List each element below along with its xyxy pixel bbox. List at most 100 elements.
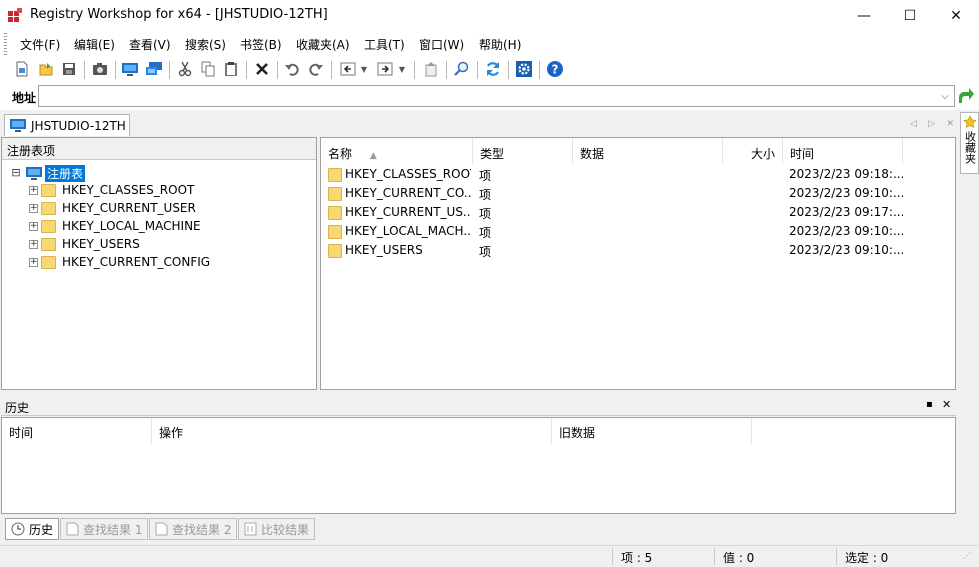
expand-icon[interactable]: + xyxy=(29,185,38,195)
tree-item-hkcc[interactable]: + HKEY_CURRENT_CONFIG xyxy=(29,253,210,271)
refresh-icon[interactable] xyxy=(483,59,503,79)
import-icon[interactable] xyxy=(36,59,56,79)
back-icon[interactable] xyxy=(338,59,358,79)
undo-icon[interactable] xyxy=(282,59,302,79)
menu-bar: 文件(F) 编辑(E) 查看(V) 搜索(S) 书签(B) 收藏夹(A) 工具(… xyxy=(0,31,979,55)
expand-icon[interactable]: + xyxy=(29,221,38,231)
tree-header: 注册表项 xyxy=(2,138,316,160)
toolbar-separator xyxy=(414,61,415,79)
up-level-icon[interactable] xyxy=(421,59,441,79)
resize-grip-icon[interactable]: ⋰ xyxy=(963,551,971,560)
tab-compare-results[interactable]: 比较结果 xyxy=(238,518,316,540)
history-column-action[interactable]: 操作 xyxy=(152,418,552,444)
tree-item-hkcr[interactable]: + HKEY_CLASSES_ROOT xyxy=(29,181,194,199)
history-column-old-data[interactable]: 旧数据 xyxy=(552,418,752,444)
row-name: HKEY_CURRENT_CO... xyxy=(345,186,471,200)
tab-find-results-1[interactable]: 查找结果 1 xyxy=(60,518,149,540)
cut-icon[interactable] xyxy=(175,59,195,79)
back-dropdown-icon[interactable]: ▼ xyxy=(358,59,370,79)
folder-icon xyxy=(41,255,56,269)
tab-close-icon[interactable]: ✕ xyxy=(946,119,954,129)
folder-icon xyxy=(328,225,342,239)
find-icon[interactable] xyxy=(452,59,472,79)
maximize-icon: ☐ xyxy=(903,7,917,24)
help-icon[interactable]: ? xyxy=(545,59,565,79)
address-dropdown-icon[interactable]: ⌵ xyxy=(936,87,954,105)
menu-edit[interactable]: 编辑(E) xyxy=(74,36,115,53)
menu-favorites[interactable]: 收藏夹(A) xyxy=(296,36,350,53)
menu-file[interactable]: 文件(F) xyxy=(20,36,60,53)
folder-icon xyxy=(41,201,56,215)
copy-icon[interactable] xyxy=(198,59,218,79)
pin-icon[interactable]: ▪ xyxy=(926,399,938,411)
tree-item-label: HKEY_CURRENT_CONFIG xyxy=(62,255,211,269)
toolbar-separator xyxy=(169,61,170,79)
expand-icon[interactable]: + xyxy=(29,257,38,267)
go-arrow-icon[interactable] xyxy=(957,87,975,105)
status-value-count: 值 : 0 xyxy=(723,551,755,565)
column-header-size[interactable]: 大小 xyxy=(723,138,783,164)
registry-workshop-app-icon[interactable] xyxy=(8,8,22,23)
menu-window[interactable]: 窗口(W) xyxy=(419,36,464,53)
forward-dropdown-icon[interactable]: ▼ xyxy=(396,59,408,79)
tree-item-hkcu[interactable]: + HKEY_CURRENT_USER xyxy=(29,199,196,217)
column-header-name[interactable]: 名称 ▲ xyxy=(321,138,473,164)
snapshot-icon[interactable] xyxy=(90,59,110,79)
menu-tools[interactable]: 工具(T) xyxy=(364,36,405,53)
redo-icon[interactable] xyxy=(306,59,326,79)
forward-icon[interactable] xyxy=(375,59,395,79)
status-divider xyxy=(836,548,837,565)
expand-icon[interactable]: + xyxy=(29,203,38,213)
tree-item-hklm[interactable]: + HKEY_LOCAL_MACHINE xyxy=(29,217,201,235)
collapse-icon[interactable]: ⊟ xyxy=(10,167,22,178)
column-header-time[interactable]: 时间 xyxy=(783,138,903,164)
toolbar: ▼ ▼ ? xyxy=(0,55,979,84)
remote-computer-icon[interactable] xyxy=(144,59,164,79)
menu-help[interactable]: 帮助(H) xyxy=(479,36,521,53)
status-selected-count: 选定 : 0 xyxy=(845,551,889,565)
tree-root-label: 注册表 xyxy=(45,164,86,182)
tab-next-icon[interactable]: ▷ xyxy=(928,119,935,129)
delete-icon[interactable] xyxy=(252,59,272,79)
tab-prev-icon[interactable]: ◁ xyxy=(910,119,917,129)
tab-history[interactable]: 历史 xyxy=(5,518,60,540)
menu-bookmarks[interactable]: 书签(B) xyxy=(240,36,282,53)
tab-jhstudio[interactable]: JHSTUDIO-12TH xyxy=(4,114,130,136)
star-icon xyxy=(962,115,977,128)
toolbar-separator xyxy=(115,61,116,79)
toolbar-separator xyxy=(277,61,278,79)
toolbar-separator xyxy=(246,61,247,79)
new-key-icon[interactable] xyxy=(12,59,32,79)
tree-item-label: HKEY_USERS xyxy=(62,237,140,251)
maximize-button[interactable]: ☐ xyxy=(887,0,933,31)
column-header-type[interactable]: 类型 xyxy=(473,138,573,164)
list-row[interactable]: HKEY_CURRENT_US... 项 2023/2/23 09:17:... xyxy=(321,203,955,222)
tab-find-results-2[interactable]: 查找结果 2 xyxy=(149,518,238,540)
paste-icon[interactable] xyxy=(221,59,241,79)
expand-icon[interactable]: + xyxy=(29,239,38,249)
history-column-time[interactable]: 时间 xyxy=(2,418,152,444)
column-header-data[interactable]: 数据 xyxy=(573,138,723,164)
tab-history-label: 历史 xyxy=(29,522,54,537)
favorites-label: 收藏夹 xyxy=(963,131,977,164)
list-row[interactable]: HKEY_CURRENT_CO... 项 2023/2/23 09:10:... xyxy=(321,184,955,203)
favorites-tab[interactable]: 收藏夹 xyxy=(960,112,979,174)
minimize-button[interactable]: — xyxy=(841,0,887,31)
local-computer-icon[interactable] xyxy=(120,59,140,79)
history-close-icon[interactable]: ✕ xyxy=(942,398,954,411)
menu-view[interactable]: 查看(V) xyxy=(129,36,171,53)
tree-item-hku[interactable]: + HKEY_USERS xyxy=(29,235,140,253)
status-divider xyxy=(714,548,715,565)
list-row[interactable]: HKEY_LOCAL_MACH... 项 2023/2/23 09:10:... xyxy=(321,222,955,241)
status-item-count: 项 : 5 xyxy=(621,551,653,565)
options-icon[interactable] xyxy=(514,59,534,79)
tree-root-item[interactable]: ⊟ 注册表 xyxy=(10,164,86,182)
column-data-label: 数据 xyxy=(580,147,605,161)
close-button[interactable]: ✕ xyxy=(933,0,979,31)
address-input[interactable] xyxy=(38,85,955,107)
save-icon[interactable] xyxy=(59,59,79,79)
list-row[interactable]: HKEY_USERS 项 2023/2/23 09:10:... xyxy=(321,241,955,260)
folder-icon xyxy=(41,183,56,197)
menu-search[interactable]: 搜索(S) xyxy=(185,36,226,53)
list-row[interactable]: HKEY_CLASSES_ROOT 项 2023/2/23 09:18:... xyxy=(321,165,955,184)
